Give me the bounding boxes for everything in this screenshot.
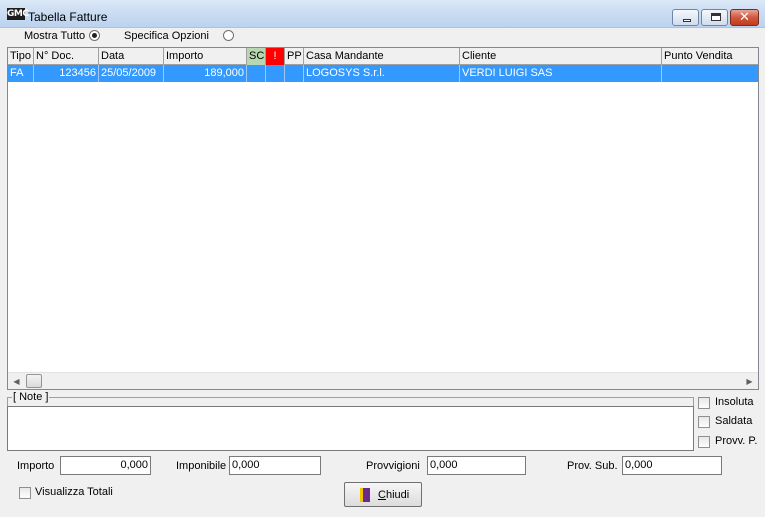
close-button[interactable]: ✕ (730, 9, 759, 26)
maximize-button[interactable] (701, 9, 728, 26)
scroll-right-icon[interactable]: ▶ (741, 373, 758, 390)
cell-punto-vendita (662, 65, 758, 82)
column-header-casa-mandante[interactable]: Casa Mandante (304, 48, 460, 65)
maximize-icon (711, 13, 721, 21)
insoluta-checkbox[interactable] (698, 397, 710, 409)
column-header-data[interactable]: Data (99, 48, 164, 65)
cell-cliente: VERDI LUIGI SAS (460, 65, 662, 82)
provvigioni-label: Provvigioni (366, 460, 420, 472)
specifica-opzioni-radio[interactable] (223, 30, 234, 41)
column-header-pp[interactable]: PP (285, 48, 304, 65)
title-bar[interactable]: GMC Tabella Fatture ✕ (0, 0, 765, 28)
importo-label: Importo (17, 460, 55, 472)
saldata-label: Saldata (715, 415, 753, 427)
column-header-punto-vendita[interactable]: Punto Vendita (662, 48, 758, 65)
cell-flag (266, 65, 285, 82)
cell-pp (285, 65, 304, 82)
saldata-checkbox[interactable] (698, 416, 710, 428)
cell-tipo: FA (8, 65, 34, 82)
cell-data: 25/05/2009 (99, 65, 164, 82)
minimize-icon (683, 19, 691, 22)
minimize-button[interactable] (672, 9, 699, 26)
insoluta-label: Insoluta (715, 396, 754, 408)
note-group: [ Note ] (7, 391, 694, 451)
horizontal-scrollbar[interactable]: ◀ ▶ (8, 372, 758, 389)
table-row[interactable]: FA 123456 25/05/2009 189,000 LOGOSYS S.r… (8, 65, 758, 82)
specifica-opzioni-label: Specifica Opzioni (124, 30, 209, 42)
column-header-n-doc[interactable]: N° Doc. (34, 48, 99, 65)
column-header-cliente[interactable]: Cliente (460, 48, 662, 65)
prov-sub-label: Prov. Sub. (567, 460, 618, 472)
cell-n-doc: 123456 (34, 65, 99, 82)
cell-casa-mandante: LOGOSYS S.r.l. (304, 65, 460, 82)
mostra-tutto-radio[interactable] (89, 30, 100, 41)
visualizza-totali-label: Visualizza Totali (35, 486, 113, 498)
table-header: Tipo N° Doc. Data Importo SC ! PP Casa M… (8, 48, 758, 65)
scroll-thumb[interactable] (26, 374, 42, 388)
column-header-importo[interactable]: Importo (164, 48, 247, 65)
column-header-sc[interactable]: SC (247, 48, 266, 65)
provvigioni-field[interactable]: 0,000 (427, 456, 526, 475)
cell-sc (247, 65, 266, 82)
app-logo-icon: GMC (7, 8, 29, 20)
provv-p-checkbox[interactable] (698, 436, 710, 448)
prov-sub-field[interactable]: 0,000 (622, 456, 722, 475)
imponibile-field[interactable]: 0,000 (229, 456, 321, 475)
close-icon: ✕ (739, 10, 750, 25)
cell-importo: 189,000 (164, 65, 247, 82)
provv-p-label: Provv. P. (715, 435, 758, 447)
column-header-flag[interactable]: ! (266, 48, 285, 65)
mostra-tutto-label: Mostra Tutto (24, 30, 86, 42)
note-textarea[interactable] (7, 406, 694, 451)
column-header-tipo[interactable]: Tipo (8, 48, 34, 65)
exit-door-icon (360, 488, 370, 502)
visualizza-totali-checkbox[interactable] (19, 487, 31, 499)
chiudi-button[interactable]: Chiudi (344, 482, 422, 507)
scroll-left-icon[interactable]: ◀ (8, 373, 25, 390)
importo-field[interactable]: 0,000 (60, 456, 151, 475)
chiudi-button-label: Chiudi (378, 489, 410, 501)
window-title: Tabella Fatture (28, 10, 108, 24)
imponibile-label: Imponibile (176, 460, 227, 472)
invoice-table[interactable]: Tipo N° Doc. Data Importo SC ! PP Casa M… (7, 47, 759, 390)
note-legend: [ Note ] (12, 391, 50, 403)
